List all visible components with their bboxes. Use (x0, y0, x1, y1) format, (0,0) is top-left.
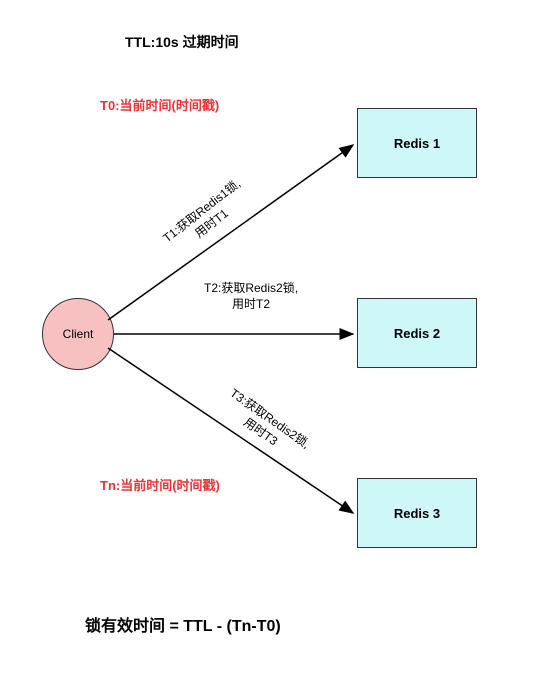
arrow-label-t3: T3:获取Redis2锁, 用时T3 (218, 386, 313, 465)
redis-2-label: Redis 2 (394, 326, 440, 341)
redis-node-1: Redis 1 (357, 108, 477, 178)
diagram-container: TTL:10s 过期时间 T0:当前时间(时间戳) Tn:当前时间(时间戳) C… (0, 0, 553, 678)
redis-node-3: Redis 3 (357, 478, 477, 548)
redis-1-label: Redis 1 (394, 136, 440, 151)
client-label: Client (63, 327, 94, 341)
arrow-label-t2: T2:获取Redis2锁, 用时T2 (204, 281, 298, 312)
t0-timestamp-label: T0:当前时间(时间戳) (100, 95, 219, 114)
redis-3-label: Redis 3 (394, 506, 440, 521)
ttl-header: TTL:10s 过期时间 (125, 32, 239, 52)
formula-text: 锁有效时间 = TTL - (Tn-T0) (85, 612, 281, 636)
client-node: Client (42, 298, 114, 370)
arrow-label-t1: T1:获取Redis1锁, 用时T1 (160, 176, 253, 258)
redis-node-2: Redis 2 (357, 298, 477, 368)
tn-timestamp-label: Tn:当前时间(时间戳) (100, 475, 220, 494)
